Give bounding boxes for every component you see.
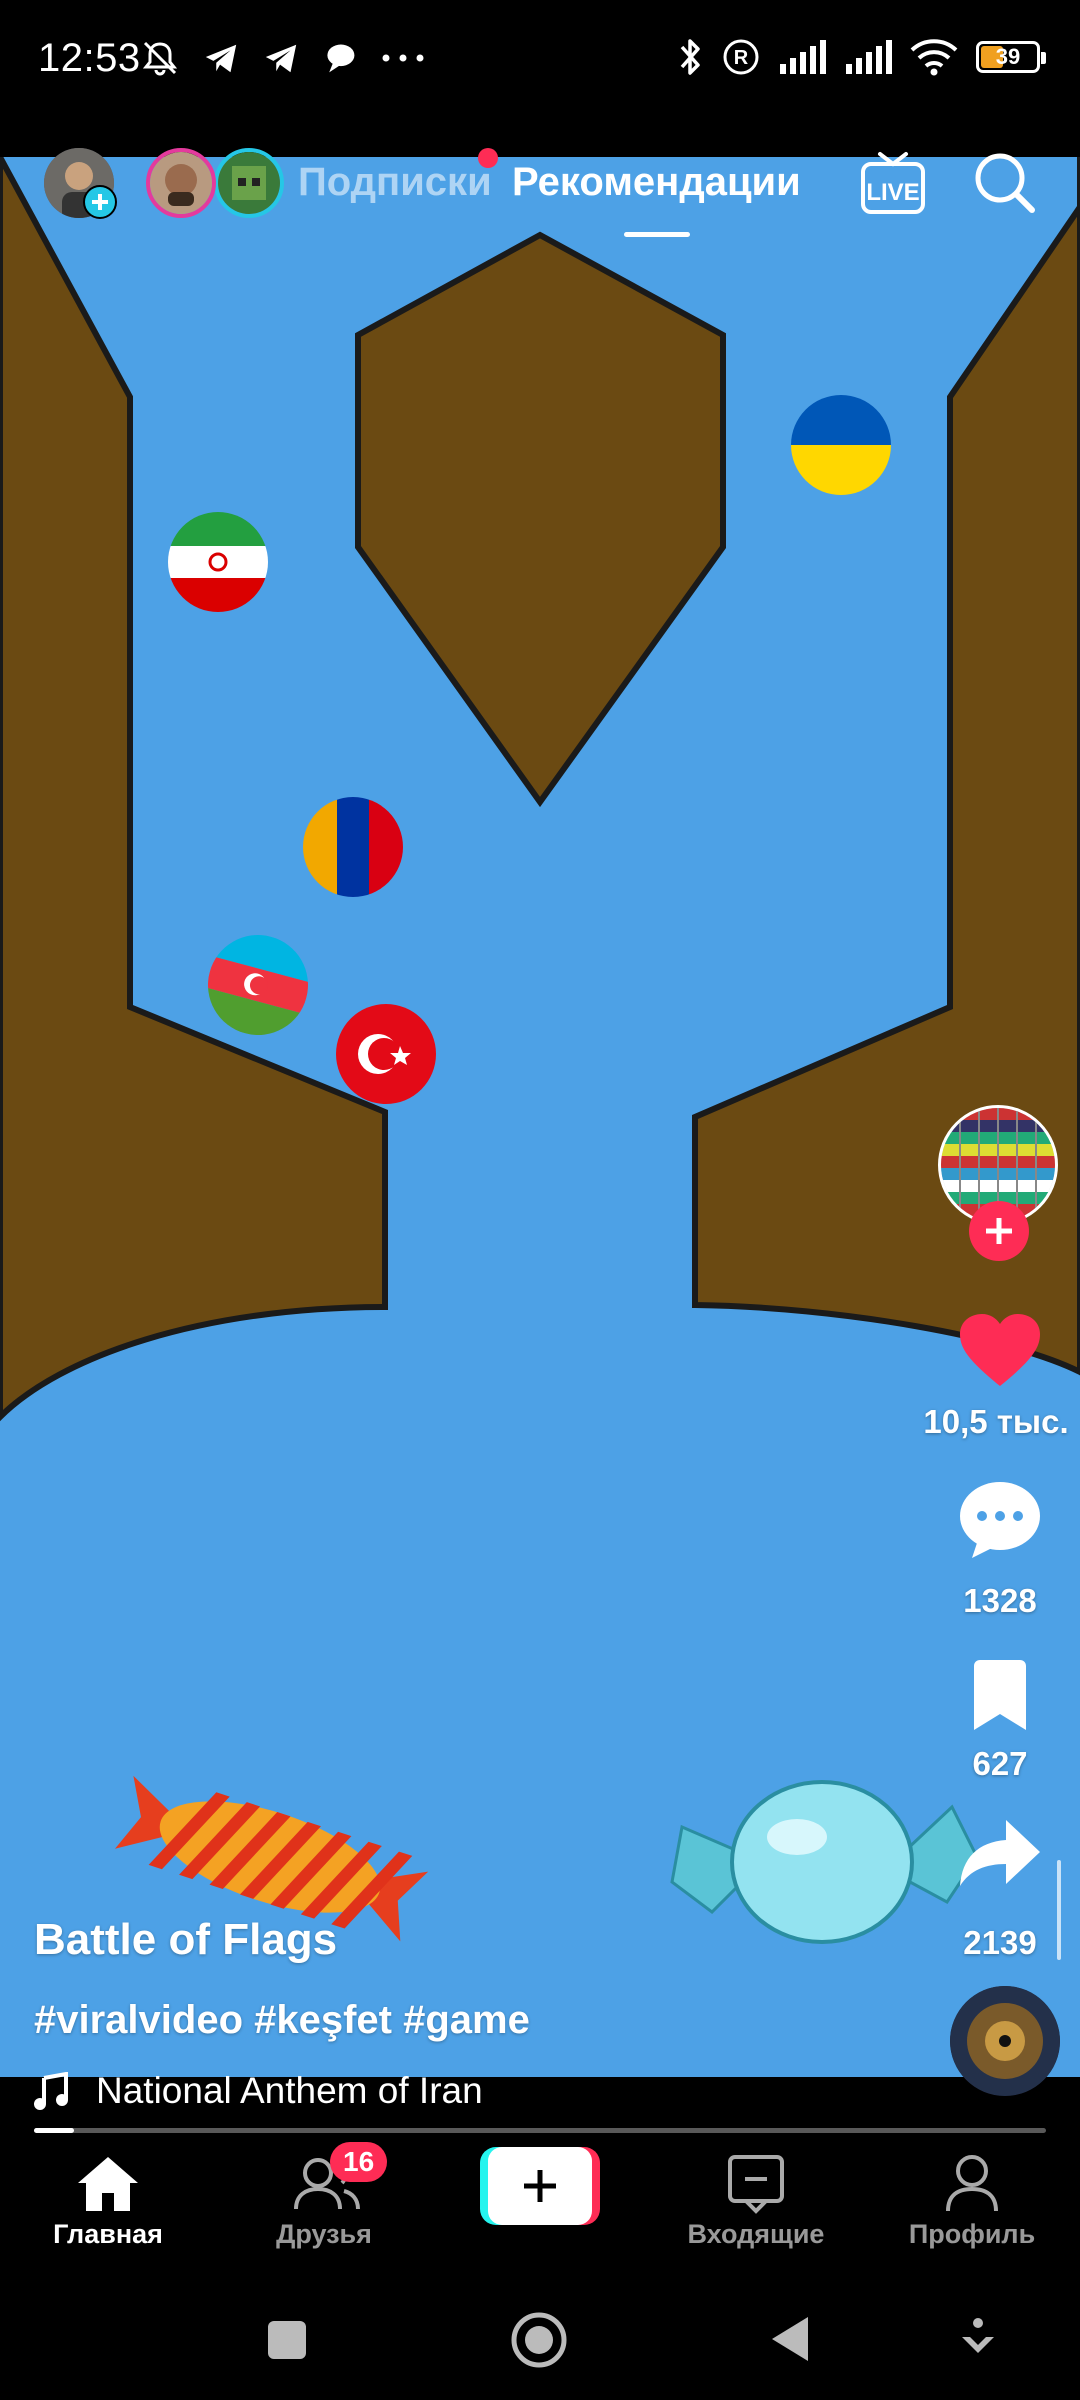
friends-badge: 16 (330, 2142, 388, 2182)
video-author-title[interactable]: Battle of Flags (34, 1915, 337, 1965)
bubble-candy (670, 1780, 979, 1944)
create-button[interactable] (480, 2147, 600, 2225)
music-note-icon (34, 2072, 68, 2110)
system-status-icons: R 39 (678, 36, 1046, 78)
nav-home-label: Главная (53, 2219, 163, 2249)
top-nav: Подписки Рекомендации LIVE (0, 140, 1080, 250)
like-heart-icon[interactable] (958, 1312, 1042, 1390)
turkey-flag (336, 1004, 436, 1104)
telegram-icon (265, 44, 297, 73)
profile-icon (946, 2155, 998, 2212)
more-dots-icon (382, 54, 424, 62)
comment-icon[interactable] (958, 1480, 1042, 1560)
ukraine-flag (791, 395, 891, 495)
armenia-flag (303, 797, 403, 897)
notification-icons (140, 38, 426, 78)
battery-icon: 39 (976, 41, 1046, 73)
like-count: 10,5 тыс. (923, 1403, 1069, 1440)
roaming-r-icon: R (723, 39, 759, 75)
chat-bubble-icon (327, 44, 355, 73)
home-icon (78, 2157, 138, 2211)
follow-plus-icon[interactable] (968, 1200, 1030, 1262)
nav-friends-label: Друзья (276, 2219, 372, 2249)
create-plus-icon (524, 2170, 556, 2202)
share-count: 2139 (963, 1924, 1037, 1961)
video-frame-game (0, 157, 1080, 1944)
nav-inbox-label: Входящие (687, 2219, 825, 2249)
comment-count: 1328 (963, 1582, 1037, 1619)
tab-for-you[interactable]: Рекомендации (512, 160, 801, 205)
center-obstacle (355, 231, 726, 808)
back-triangle-icon[interactable] (768, 2315, 812, 2363)
bookmark-icon[interactable] (968, 1658, 1032, 1732)
add-story-icon[interactable] (82, 184, 118, 220)
telegram-icon (205, 44, 237, 73)
bottom-nav: Главная Друзья Входящие Профиль (0, 2137, 1080, 2277)
live-tv-icon[interactable]: LIVE (858, 148, 928, 218)
following-new-dot (478, 148, 498, 168)
battery-level: 39 (995, 44, 1021, 69)
story-avatar-1[interactable] (146, 148, 216, 218)
story-avatar-2[interactable] (214, 148, 284, 218)
system-nav-bar (0, 2277, 1080, 2400)
inbox-icon (728, 2155, 784, 2214)
nav-profile-label: Профиль (908, 2219, 1036, 2249)
azerbaijan-flag (196, 923, 320, 1047)
video-progress-fill (34, 2128, 75, 2133)
music-title: National Anthem of Iran (96, 2070, 483, 2111)
active-tab-indicator (624, 232, 690, 237)
status-bar: 12:53 R 39 (0, 0, 1080, 130)
recents-square-icon[interactable] (266, 2319, 308, 2361)
music-disc[interactable] (950, 1986, 1060, 2096)
save-count: 627 (972, 1745, 1028, 1782)
svg-text:R: R (734, 47, 749, 69)
bluetooth-icon (680, 39, 700, 75)
wifi-icon (910, 39, 958, 76)
video-hashtags[interactable]: #viralvideo #keşfet #game (34, 1998, 530, 2043)
left-wall (0, 157, 388, 1422)
status-time: 12:53 (38, 36, 141, 80)
live-label: LIVE (866, 179, 919, 206)
down-arrow-icon[interactable] (958, 2317, 998, 2361)
bell-off-icon (142, 41, 178, 76)
video-progress-bar[interactable] (34, 2128, 1046, 2133)
scroll-indicator (1057, 1860, 1061, 1960)
tab-following[interactable]: Подписки (298, 160, 492, 205)
tiktok-screen: { "status_bar": { "time": "12:53", "batt… (0, 0, 1080, 2400)
share-arrow-icon[interactable] (958, 1818, 1042, 1890)
home-circle-icon[interactable] (510, 2311, 568, 2369)
music-info[interactable]: National Anthem of Iran (34, 2070, 483, 2112)
signal-icon (846, 40, 892, 74)
video-player[interactable] (0, 157, 1080, 2077)
search-icon[interactable] (972, 150, 1038, 216)
iran-flag (168, 512, 268, 612)
signal-icon (780, 40, 826, 74)
